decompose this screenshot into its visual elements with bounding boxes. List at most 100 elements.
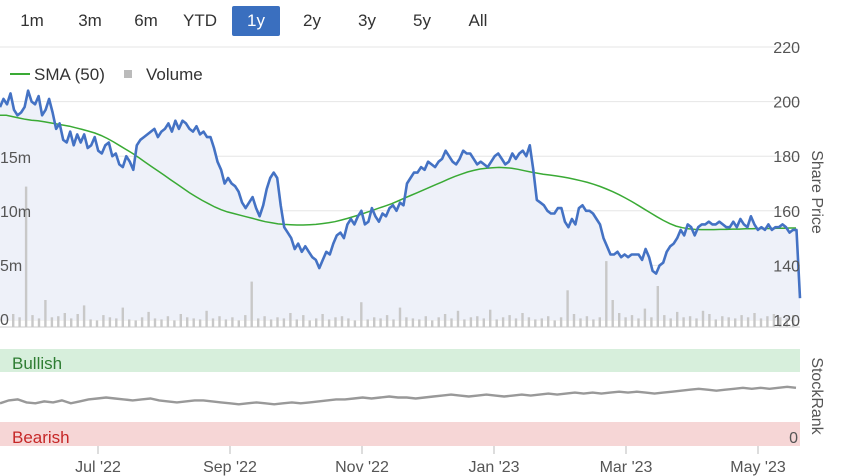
- volume-bar: [276, 317, 279, 327]
- volume-bar: [469, 317, 473, 327]
- volume-bar: [734, 318, 737, 327]
- volume-bar: [624, 317, 627, 327]
- volume-bar: [682, 317, 685, 327]
- legend: SMA (50) Volume: [10, 65, 203, 84]
- volume-bar: [572, 314, 576, 327]
- volume-bar: [282, 318, 286, 327]
- volume-bar: [392, 319, 395, 327]
- volume-bar: [70, 318, 73, 327]
- volume-bar: [153, 318, 157, 327]
- volume-bar: [585, 316, 589, 327]
- volume-bar: [231, 317, 234, 327]
- volume-bar: [495, 319, 498, 327]
- volume-bar: [327, 319, 331, 327]
- volume-legend-label[interactable]: Volume: [146, 65, 203, 84]
- volume-bar: [205, 310, 208, 327]
- volume-bar: [250, 281, 253, 327]
- price-tick-label: 140: [773, 258, 800, 275]
- volume-bar: [140, 317, 144, 327]
- volume-bar: [656, 286, 659, 327]
- volume-bar: [559, 317, 563, 327]
- volume-bar: [476, 316, 479, 327]
- volume-bar: [669, 318, 672, 327]
- volume-bar: [134, 320, 137, 327]
- volume-bar: [721, 316, 724, 327]
- x-tick-label: Jul '22: [75, 459, 121, 476]
- volume-bar: [31, 315, 34, 327]
- volume-bar: [598, 317, 601, 327]
- volume-bar: [566, 290, 569, 327]
- volume-bar: [489, 309, 492, 327]
- volume-bar: [534, 319, 537, 327]
- volume-bar: [605, 261, 608, 327]
- stockrank-axis-title: StockRank: [808, 357, 825, 435]
- volume-bar: [237, 320, 240, 327]
- x-tick-label: May '23: [730, 459, 786, 476]
- sma-legend-label[interactable]: SMA (50): [34, 65, 105, 84]
- volume-bar: [102, 315, 105, 327]
- volume-bar: [224, 319, 228, 327]
- volume-bar: [618, 313, 621, 327]
- volume-bar: [218, 316, 221, 327]
- volume-bar: [424, 316, 427, 327]
- volume-tick-label: 15m: [0, 150, 31, 167]
- bullish-band: [0, 349, 800, 372]
- volume-bar: [173, 320, 176, 327]
- volume-bar: [334, 317, 337, 327]
- stock-chart: 120 140 160 180 200 220 0 5m 10m 15m Jul '22 Sep …: [0, 40, 825, 476]
- volume-bar: [63, 313, 66, 327]
- bearish-band: [0, 422, 800, 446]
- volume-bar: [766, 316, 769, 327]
- volume-bar: [663, 315, 666, 327]
- volume-tick-label: 10m: [0, 204, 31, 221]
- volume-bar: [44, 300, 47, 327]
- volume-bar: [340, 316, 344, 327]
- volume-bar: [527, 317, 531, 327]
- volume-bar: [147, 311, 150, 327]
- volume-bar: [366, 319, 369, 327]
- volume-bar: [360, 302, 363, 327]
- volume-bar: [456, 310, 460, 327]
- volume-bar: [385, 315, 389, 327]
- volume-bar: [128, 319, 131, 327]
- volume-bar: [688, 316, 692, 327]
- volume-bar: [115, 318, 118, 327]
- volume-bar: [95, 320, 99, 327]
- price-tick-label: 220: [773, 40, 800, 57]
- volume-tick-label: 0: [0, 312, 9, 329]
- volume-bar: [746, 317, 750, 327]
- x-tick-label: Sep '22: [203, 459, 257, 476]
- volume-bar: [411, 318, 415, 327]
- volume-bar: [198, 319, 202, 327]
- volume-bar: [160, 319, 163, 327]
- volume-bar: [57, 316, 60, 327]
- volume-bar: [108, 317, 112, 327]
- volume-bar: [89, 319, 92, 327]
- volume-bar: [714, 319, 717, 327]
- volume-bar: [579, 318, 582, 327]
- volume-bar: [630, 315, 634, 327]
- volume-legend-swatch: [124, 70, 132, 78]
- volume-bar: [179, 314, 182, 327]
- volume-bar: [347, 318, 350, 327]
- volume-bar: [643, 308, 647, 327]
- volume-bar: [37, 318, 41, 327]
- volume-bar: [437, 317, 440, 327]
- volume-bar: [50, 317, 54, 327]
- volume-bar: [289, 313, 292, 327]
- volume-bar: [12, 314, 15, 327]
- volume-bar: [263, 316, 266, 327]
- volume-bar: [727, 317, 730, 327]
- y-axis-title: Share Price: [808, 150, 825, 234]
- volume-bar: [379, 318, 382, 327]
- bullish-label: Bullish: [12, 354, 62, 373]
- volume-bar: [450, 318, 453, 327]
- volume-bar: [514, 318, 518, 327]
- volume-bar: [740, 315, 743, 327]
- volume-bar: [521, 313, 524, 327]
- volume-bar: [373, 317, 376, 327]
- volume-bar: [405, 317, 408, 327]
- volume-bar: [759, 318, 763, 327]
- volume-bar: [695, 318, 698, 327]
- volume-bar: [18, 317, 21, 327]
